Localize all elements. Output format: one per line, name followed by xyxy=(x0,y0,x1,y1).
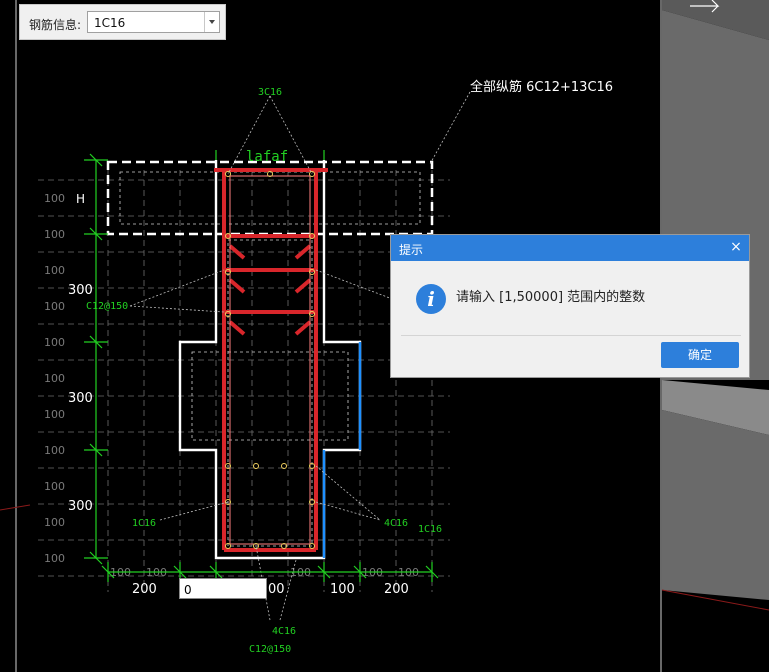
info-icon: i xyxy=(416,284,446,314)
dialog-message: 请输入 [1,50000] 范围内的整数 xyxy=(456,290,646,305)
grid-label: 100 xyxy=(44,264,65,277)
rebar-info-label: 钢筋信息: xyxy=(29,18,82,32)
grid-label: 100 xyxy=(44,372,65,385)
prompt-dialog: 提示 × i 请输入 [1,50000] 范围内的整数 确定 xyxy=(390,234,750,378)
close-icon[interactable]: × xyxy=(729,240,743,254)
chevron-down-icon[interactable] xyxy=(204,12,219,32)
bottom-right-bar-b-label: 1C16 xyxy=(418,524,442,535)
grid-label: 100 xyxy=(44,336,65,349)
web-inner-dashed xyxy=(227,239,313,547)
ok-button[interactable]: 确定 xyxy=(661,342,739,368)
section-outline xyxy=(178,160,362,560)
stirrups-left-label: C12@150 xyxy=(86,301,128,312)
grid-label: 100 xyxy=(44,192,65,205)
bottom-left-bar-label: 1C16 xyxy=(132,518,156,529)
dim-text: 200 xyxy=(132,582,157,597)
bottom-right-bar-a-label: 4C16 xyxy=(384,518,408,529)
dialog-divider xyxy=(401,335,741,336)
top-bars-label: 3C16 xyxy=(258,87,282,98)
bottom-bars-label: 4C16 xyxy=(272,626,296,637)
rebar-info-value: 1C16 xyxy=(94,16,126,30)
grid-label: 100 xyxy=(44,480,65,493)
grid-label: 100 xyxy=(44,444,65,457)
red-axis-line xyxy=(0,504,31,511)
stirrups-bottom-label: C12@150 xyxy=(249,644,291,655)
dimension-value-input[interactable] xyxy=(179,578,267,599)
dim-text: 00 xyxy=(268,582,285,597)
dim-text: 300 xyxy=(68,391,93,406)
dialog-titlebar[interactable]: 提示 × xyxy=(391,235,749,261)
h-label: H xyxy=(76,192,85,206)
grid-label: 100 xyxy=(44,408,65,421)
dim-text: 100 xyxy=(330,582,355,597)
flange-dashed-outline[interactable] xyxy=(106,160,434,236)
all-longitudinal-label: 全部纵筋 6C12+13C16 xyxy=(470,79,613,95)
dim-text: 200 xyxy=(384,582,409,597)
grid-label: 100 xyxy=(44,228,65,241)
la-label: lafaf xyxy=(246,149,288,165)
grid-label: 100 xyxy=(44,552,65,565)
rebar-info-toolbar: 钢筋信息: 1C16 xyxy=(19,4,226,40)
dialog-title: 提示 xyxy=(399,243,424,257)
rebar-info-select[interactable]: 1C16 xyxy=(87,11,220,33)
dim-text: 300 xyxy=(68,283,93,298)
dim-text: 300 xyxy=(68,499,93,514)
grid-label: 100 xyxy=(44,300,65,313)
grid-label: 100 xyxy=(44,516,65,529)
grid-labels: 100 100 100 100 100 100 100 100 100 100 … xyxy=(44,192,419,579)
